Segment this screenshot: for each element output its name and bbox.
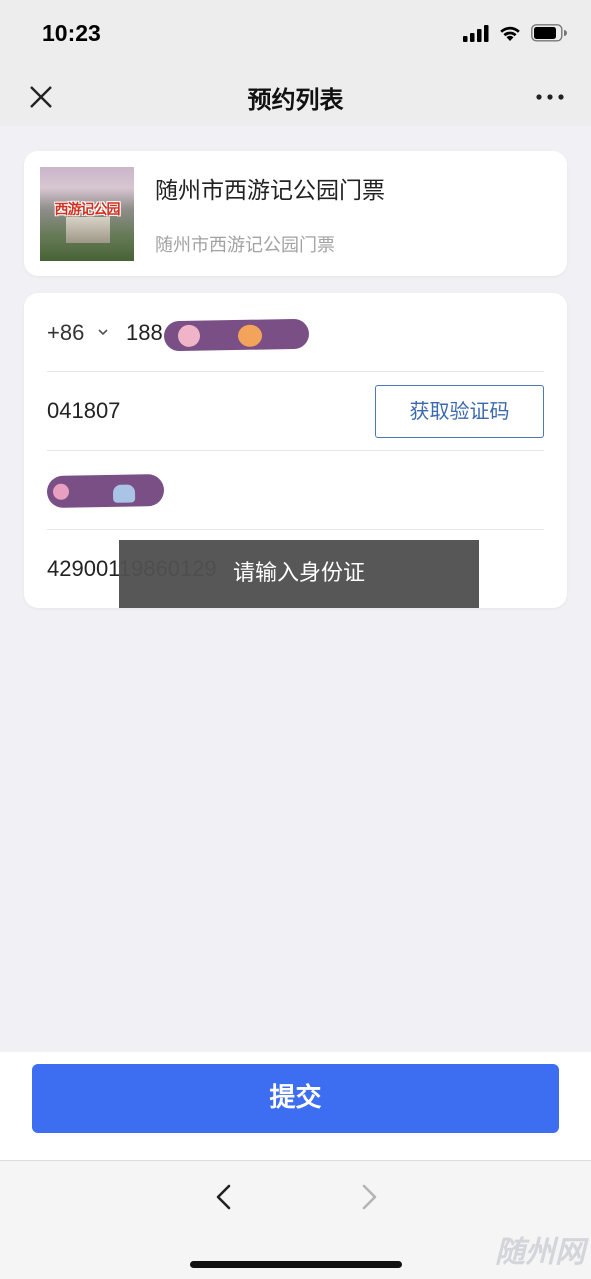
phone-row: +86 188 xyxy=(47,293,544,372)
home-indicator[interactable] xyxy=(190,1261,402,1268)
watermark-logo: 随州网 xyxy=(495,1235,585,1270)
wifi-icon xyxy=(500,26,520,41)
status-time: 10:23 xyxy=(42,20,101,46)
sticker-decoration xyxy=(237,324,263,347)
sticker-decoration xyxy=(177,324,201,348)
code-row: 041807 获取验证码 xyxy=(47,372,544,451)
verification-code-input[interactable]: 041807 xyxy=(47,398,120,424)
country-code-selector[interactable]: +86 xyxy=(47,320,84,346)
thumbnail-logo: 西游记公园 xyxy=(54,202,121,218)
back-arrow-icon[interactable] xyxy=(211,1183,237,1211)
thumbnail-building xyxy=(66,217,110,243)
sticker-decoration xyxy=(112,484,136,503)
more-icon[interactable] xyxy=(535,82,565,112)
name-row xyxy=(46,451,544,530)
nav-bar: 预约列表 xyxy=(0,68,591,126)
status-icons xyxy=(463,24,567,42)
forward-arrow-icon[interactable] xyxy=(356,1183,382,1211)
page-title: 预约列表 xyxy=(247,86,344,114)
signal-icon xyxy=(463,24,489,42)
submit-button[interactable]: 提交 xyxy=(32,1064,559,1133)
battery-icon xyxy=(531,24,567,42)
chevron-down-icon[interactable] xyxy=(97,327,109,337)
toast-message: 请输入身份证 xyxy=(119,540,479,608)
product-title: 随州市西游记公园门票 xyxy=(155,178,385,204)
phone-input[interactable]: 188 xyxy=(126,320,163,346)
bottom-action-area: 提交 xyxy=(0,1052,591,1160)
redaction-scribble xyxy=(163,318,310,352)
status-bar: 10:23 xyxy=(0,0,591,68)
product-thumbnail: 西游记公园 xyxy=(40,167,134,261)
redaction-scribble xyxy=(46,473,165,509)
product-card[interactable]: 西游记公园 随州市西游记公园门票 随州市西游记公园门票 xyxy=(24,151,567,276)
browser-toolbar: 随州网 xyxy=(0,1160,591,1279)
get-code-button[interactable]: 获取验证码 xyxy=(375,385,544,438)
product-subtitle: 随州市西游记公园门票 xyxy=(155,235,335,256)
sticker-decoration xyxy=(52,483,70,500)
